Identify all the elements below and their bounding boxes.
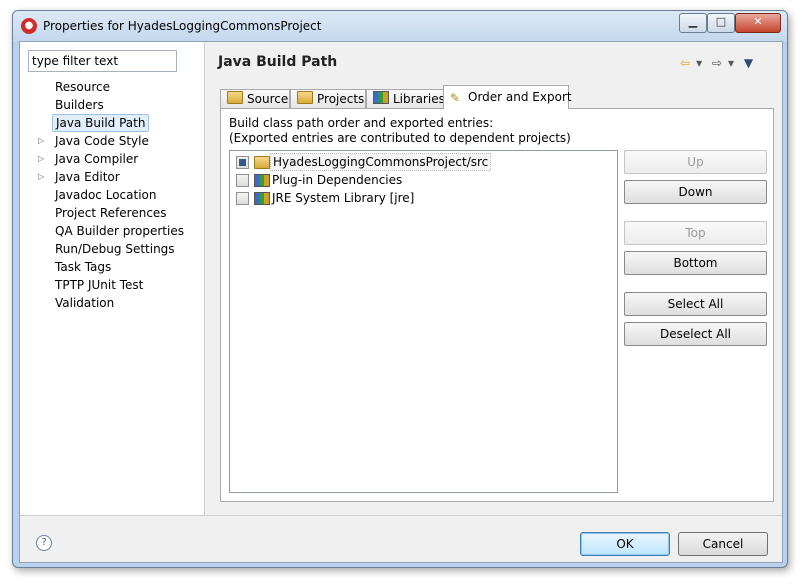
tree-item-tptp-junit-test[interactable]: TPTP JUnit Test [20,276,204,294]
view-menu-chevron-down-icon[interactable]: ▼ [744,56,753,70]
entry-label: Plug-in Dependencies [272,173,403,187]
tree-item-label: Java Compiler [55,152,139,166]
bottom-button[interactable]: Bottom [624,251,767,275]
tab-projects[interactable]: Projects [290,89,366,109]
tree-item-label: Validation [55,296,115,310]
cancel-button[interactable]: Cancel [678,532,768,556]
tree-item-label: Builders [55,98,104,112]
back-arrow-icon[interactable]: ⇦ [680,56,690,70]
entry-label: JRE System Library [jre] [272,191,415,205]
description: Build class path order and exported entr… [229,116,571,146]
export-checkbox[interactable] [236,192,249,205]
tab-source[interactable]: Source [220,89,290,109]
tree-item-label: Java Code Style [55,134,149,148]
help-icon[interactable]: ? [36,535,52,551]
footer-divider [20,515,782,516]
expand-arrow-icon[interactable]: ▷ [38,168,48,186]
library-icon [254,192,270,205]
tree-item-validation[interactable]: Validation [20,294,204,312]
expand-arrow-icon[interactable]: ▷ [38,150,48,168]
top-button[interactable]: Top [624,221,767,245]
filter-input[interactable]: type filter text [28,50,177,72]
eclipse-logo-icon: ● [21,18,37,34]
close-button[interactable]: ✕ [735,13,781,33]
properties-dialog: ● Properties for HyadesLoggingCommonsPro… [12,10,788,568]
tree-item-label: QA Builder properties [55,224,184,238]
history-navigation: ⇦ ▾ ⇨ ▾ ▼ [680,56,759,70]
tree-item-builders[interactable]: Builders [20,96,204,114]
order-export-icon: ✎ [450,91,461,105]
libraries-icon [373,91,389,104]
tree-item-label: Resource [55,80,111,94]
tab-label: Projects [317,92,365,106]
tree-item-javadoc-location[interactable]: Javadoc Location [20,186,204,204]
tree-item-label: Run/Debug Settings [55,242,175,256]
down-button[interactable]: Down [624,180,767,204]
classpath-entry-list[interactable]: HyadesLoggingCommonsProject/src Plug-in … [229,150,618,493]
expand-arrow-icon[interactable]: ▷ [38,132,48,150]
ok-button[interactable]: OK [580,532,670,556]
tab-label: Libraries [393,92,445,106]
tab-order-and-export[interactable]: ✎ Order and Export [443,85,572,109]
tree-item-label: Java Editor [55,170,120,184]
export-checkbox[interactable] [236,174,249,187]
tree-item-project-references[interactable]: Project References [20,204,204,222]
tree-item-task-tags[interactable]: Task Tags [20,258,204,276]
tree-item-resource[interactable]: Resource [20,78,204,96]
deselect-all-button[interactable]: Deselect All [624,322,767,346]
source-folder-icon [227,91,243,104]
tree-item-run-debug-settings[interactable]: Run/Debug Settings [20,240,204,258]
description-line: (Exported entries are contributed to dep… [229,131,571,145]
export-checkbox[interactable] [236,156,249,169]
minimize-button[interactable]: ▁ [679,13,707,33]
entry-label: HyadesLoggingCommonsProject/src [270,153,492,171]
select-all-button[interactable]: Select All [624,292,767,316]
preference-tree-panel: type filter text Resource Builders Java … [20,42,205,515]
tree-item-java-compiler[interactable]: ▷ Java Compiler [20,150,204,168]
package-folder-icon [254,156,270,169]
forward-menu-chevron-down-icon[interactable]: ▾ [728,56,734,70]
tab-label: Source [247,92,289,106]
tree-item-label: TPTP JUnit Test [55,278,144,292]
maximize-button[interactable]: □ [707,13,735,33]
window-title: Properties for HyadesLoggingCommonsProje… [43,19,322,33]
tab-libraries[interactable]: Libraries [366,89,445,109]
forward-arrow-icon[interactable]: ⇨ [712,56,722,70]
tab-label: Order and Export [468,90,572,104]
back-menu-chevron-down-icon[interactable]: ▾ [696,56,702,70]
dialog-body: type filter text Resource Builders Java … [19,41,783,563]
tree-item-label: Java Build Path [52,114,150,132]
tree-item-label: Javadoc Location [55,188,157,202]
title-bar: ● Properties for HyadesLoggingCommonsPro… [13,11,787,41]
projects-folder-icon [297,91,313,104]
tree-item-qa-builder-properties[interactable]: QA Builder properties [20,222,204,240]
tree-item-label: Project References [55,206,167,220]
preference-tree: Resource Builders Java Build Path ▷ Java… [20,78,204,312]
order-export-panel: Build class path order and exported entr… [220,108,774,502]
tree-item-java-code-style[interactable]: ▷ Java Code Style [20,132,204,150]
library-icon [254,174,270,187]
up-button[interactable]: Up [624,150,767,174]
tree-item-java-build-path[interactable]: Java Build Path [20,114,204,132]
tree-item-java-editor[interactable]: ▷ Java Editor [20,168,204,186]
description-line: Build class path order and exported entr… [229,116,494,130]
tree-item-label: Task Tags [55,260,112,274]
page-title: Java Build Path [218,54,338,70]
